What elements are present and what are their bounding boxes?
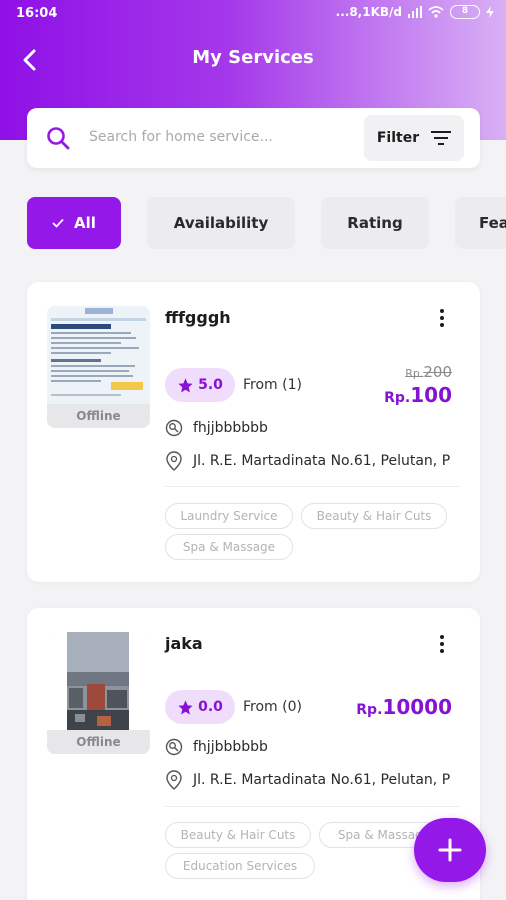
- status-bar: 16:04 ...8,1KB/d 8: [0, 0, 506, 28]
- review-count: From (0): [243, 699, 302, 715]
- category-tag: Education Services: [165, 853, 315, 879]
- document-thumbnail: [47, 306, 150, 406]
- status-badge: Offline: [47, 404, 150, 428]
- price-value: 10000: [382, 695, 452, 719]
- charging-icon: [486, 6, 494, 18]
- status-icons: ...8,1KB/d 8: [336, 5, 494, 19]
- address-row: Jl. R.E. Martadinata No.61, Pelutan, P: [165, 451, 460, 471]
- category-tag: Spa & Massage: [165, 534, 293, 560]
- chip-label: Rating: [347, 214, 403, 232]
- rating-badge: 5.0: [165, 368, 235, 402]
- address-text: Jl. R.E. Martadinata No.61, Pelutan, P: [193, 772, 451, 788]
- star-icon: [178, 699, 193, 714]
- divider: [165, 486, 460, 487]
- address-text: Jl. R.E. Martadinata No.61, Pelutan, P: [193, 453, 451, 469]
- original-price: Rp.200: [405, 363, 452, 381]
- more-vertical-icon: [440, 635, 444, 639]
- battery-indicator: 8: [450, 5, 480, 19]
- currency: Rp.: [356, 702, 383, 718]
- filter-button[interactable]: Filter: [364, 115, 464, 161]
- plus-icon: [438, 838, 462, 862]
- category-tag: Beauty & Hair Cuts: [165, 822, 311, 848]
- address-row: Jl. R.E. Martadinata No.61, Pelutan, P: [165, 770, 460, 790]
- provider-name: fhjjbbbbbb: [193, 739, 268, 755]
- discounted-price: Rp.100: [384, 383, 452, 407]
- provider-icon: [165, 738, 183, 756]
- service-image: Offline: [47, 632, 150, 754]
- filter-chips: All Availability Rating Fea: [27, 197, 506, 249]
- rating-value: 0.0: [198, 699, 223, 715]
- provider-row: fhjjbbbbbb: [165, 738, 460, 756]
- currency: Rp.: [405, 367, 424, 380]
- currency: Rp.: [384, 390, 411, 406]
- more-options-button[interactable]: [432, 632, 452, 656]
- chip-rating[interactable]: Rating: [321, 197, 429, 249]
- search-input[interactable]: [89, 122, 359, 152]
- price-value: 100: [410, 383, 452, 407]
- city-photo-thumbnail: [47, 632, 150, 732]
- status-badge: Offline: [47, 730, 150, 754]
- chip-availability[interactable]: Availability: [147, 197, 295, 249]
- price: Rp.10000: [356, 695, 452, 719]
- location-pin-icon: [166, 451, 182, 471]
- provider-name: fhjjbbbbbb: [193, 420, 268, 436]
- chip-label: Fea: [479, 214, 506, 232]
- more-vertical-icon: [440, 309, 444, 313]
- location-pin-icon: [166, 770, 182, 790]
- service-image: Offline: [47, 306, 150, 428]
- filter-label: Filter: [376, 130, 420, 146]
- wifi-icon: [428, 6, 444, 18]
- signal-icon: [408, 6, 422, 18]
- service-title: fffgggh: [165, 308, 231, 327]
- category-tag: Laundry Service: [165, 503, 293, 529]
- add-service-button[interactable]: [414, 818, 486, 882]
- chip-featured[interactable]: Fea: [455, 197, 506, 249]
- search-bar: Filter: [27, 108, 480, 168]
- service-title: jaka: [165, 634, 203, 653]
- filter-icon: [431, 131, 452, 145]
- chip-all[interactable]: All: [27, 197, 121, 249]
- chip-label: All: [74, 214, 96, 232]
- service-card[interactable]: Offline jaka 0.0 From (0) Rp.10000 fhjjb…: [27, 608, 480, 900]
- check-icon: [52, 218, 64, 228]
- service-card[interactable]: Offline fffgggh 5.0 From (1) Rp.200 Rp.1…: [27, 282, 480, 582]
- rating-badge: 0.0: [165, 690, 235, 724]
- divider: [165, 806, 460, 807]
- star-icon: [178, 377, 193, 392]
- provider-icon: [165, 419, 183, 437]
- network-speed: ...8,1KB/d: [335, 5, 402, 19]
- page-title: My Services: [192, 47, 314, 68]
- chip-label: Availability: [173, 214, 269, 232]
- search-icon: [47, 127, 70, 150]
- status-time: 16:04: [16, 6, 58, 21]
- provider-row: fhjjbbbbbb: [165, 419, 460, 437]
- more-options-button[interactable]: [432, 306, 452, 330]
- review-count: From (1): [243, 377, 302, 393]
- category-tag: Beauty & Hair Cuts: [301, 503, 447, 529]
- rating-value: 5.0: [198, 377, 223, 393]
- price-value: 200: [423, 363, 452, 381]
